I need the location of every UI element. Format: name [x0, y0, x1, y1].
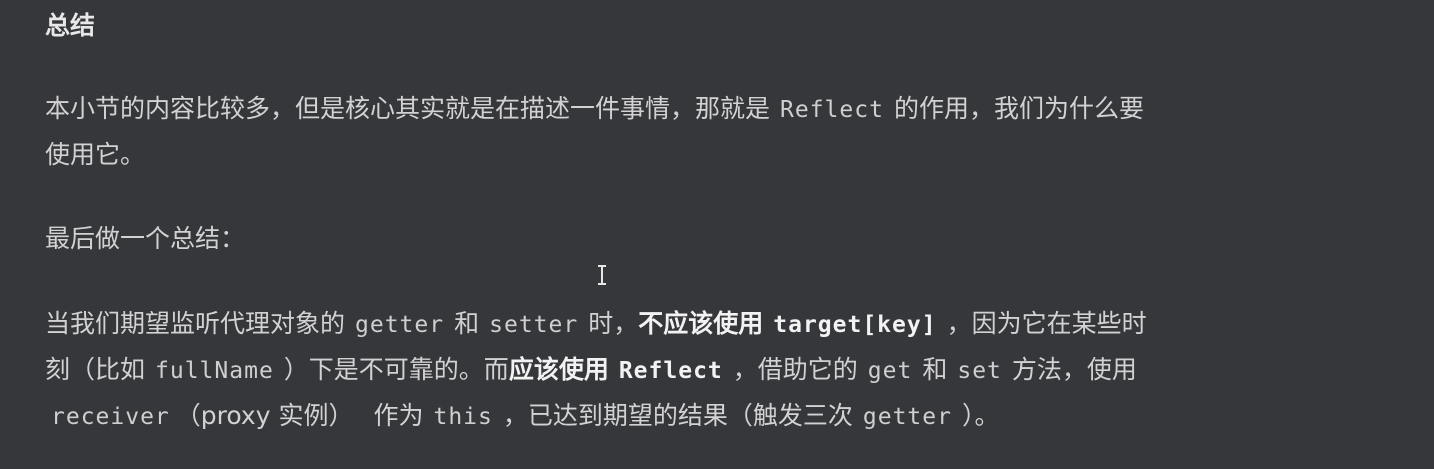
paragraph-line: 刻（比如 fullName ）下是不可靠的。而应该使用 Reflect ，借助它的 get…	[45, 347, 1405, 393]
inline-code-bold: Reflect	[618, 358, 723, 384]
text-span: 刻（比如	[45, 355, 146, 384]
paragraph-intro: 本小节的内容比较多，但是核心其实就是在描述一件事情，那就是 Reflect 的作用，…	[45, 86, 1405, 178]
paragraph-line: 本小节的内容比较多，但是核心其实就是在描述一件事情，那就是 Reflect 的作用，…	[45, 86, 1405, 132]
text-span: ）。	[961, 401, 1000, 430]
paragraph-line: 使用它。	[45, 132, 1405, 178]
inline-code: fullName	[155, 358, 274, 384]
bold-text: 应该使用	[508, 355, 609, 384]
text-span: 的作用，我们为什么要	[893, 94, 1144, 123]
inline-code: get	[867, 358, 913, 384]
text-span: 和	[922, 355, 948, 384]
inline-code: Reflect	[780, 97, 884, 123]
bold-text: 不应该使用	[638, 309, 764, 338]
text-span: ，因为它在某些时	[946, 309, 1147, 338]
text-span: ，已达到期望的结果（触发三次	[502, 401, 853, 430]
inline-code-bold: target[key]	[773, 312, 937, 338]
text-span: 使用它。	[45, 140, 146, 169]
text-span: 方法，使用	[1011, 355, 1137, 384]
inline-code: getter	[355, 312, 445, 338]
paragraph-line: 当我们期望监听代理对象的 getter 和 setter 时，不应该使用 target[k…	[45, 301, 1405, 347]
text-cursor-icon	[598, 265, 606, 285]
inline-code: this	[433, 404, 493, 430]
text-span: 本小节的内容比较多，但是核心其实就是在描述一件事情，那就是	[45, 94, 771, 123]
inline-code: receiver	[51, 404, 170, 430]
section-heading: 总结	[45, 11, 96, 40]
text-span: 和	[454, 309, 480, 338]
paragraph-summary-lead: 最后做一个总结：	[45, 216, 1405, 262]
paragraph-line: 最后做一个总结：	[45, 224, 246, 253]
text-span: 当我们期望监听代理对象的	[45, 309, 346, 338]
text-span: 时，	[588, 309, 639, 338]
paragraph-line: receiver （proxy 实例） 作为 this ，已达到期望的结果（触发三次 ge…	[45, 393, 1405, 439]
paragraph-summary-body: 当我们期望监听代理对象的 getter 和 setter 时，不应该使用 target[k…	[45, 301, 1405, 439]
inline-code: getter	[862, 404, 952, 430]
text-span: ，借助它的	[732, 355, 858, 384]
inline-code: set	[957, 358, 1002, 384]
inline-code: setter	[489, 312, 579, 338]
document-page: 总结 本小节的内容比较多，但是核心其实就是在描述一件事情，那就是 Reflect 的…	[0, 0, 1434, 469]
text-span: 作为	[373, 401, 424, 430]
text-span: ）下是不可靠的。而	[283, 355, 509, 384]
text-span: （proxy 实例）	[175, 401, 354, 430]
